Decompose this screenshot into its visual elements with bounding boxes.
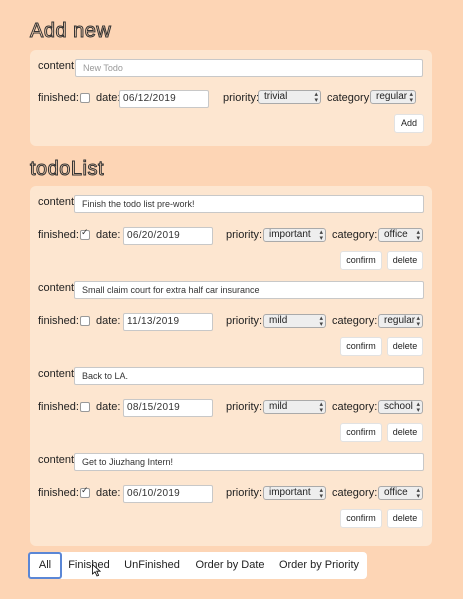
priority-select[interactable]: mild ▴ ▾ <box>263 400 326 414</box>
priority-select[interactable]: important ▴ ▾ <box>263 486 326 500</box>
delete-button[interactable]: delete <box>387 423 423 442</box>
category-select[interactable]: office ▴ ▾ <box>378 486 423 500</box>
new-todo-input[interactable]: New Todo <box>75 59 423 77</box>
category-value: regular <box>376 91 408 102</box>
finished-checkbox[interactable] <box>80 316 90 326</box>
tab-all[interactable]: All <box>28 552 62 579</box>
confirm-button[interactable]: confirm <box>340 423 382 442</box>
delete-button[interactable]: delete <box>387 251 423 270</box>
category-select[interactable]: school ▴ ▾ <box>378 400 423 414</box>
content-label: content: <box>38 454 78 466</box>
todo-content-input[interactable]: Finish the todo list pre-work! <box>74 195 424 213</box>
finished-checkbox[interactable] <box>80 486 90 498</box>
priority-value: trivial <box>264 91 288 102</box>
todo-content-input[interactable]: Back to LA. <box>74 367 424 385</box>
category-label: category: <box>332 315 378 327</box>
category-value: regular <box>384 315 416 326</box>
content-label: content: <box>38 60 78 72</box>
confirm-button[interactable]: confirm <box>340 251 382 270</box>
priority-label: priority: <box>226 487 263 499</box>
todo-list-title: todoList <box>29 158 105 181</box>
select-arrows-icon: ▴ ▾ <box>416 486 420 500</box>
finished-label: finished: <box>38 487 79 499</box>
finished-label: finished: <box>38 315 79 327</box>
delete-button[interactable]: delete <box>387 337 423 356</box>
filter-tabs: All Finished UnFinished Order by Date Or… <box>28 552 367 579</box>
select-arrows-icon: ▴ ▾ <box>319 400 323 414</box>
priority-select[interactable]: important ▴ ▾ <box>263 228 326 242</box>
date-label: date: <box>96 487 121 499</box>
mouse-cursor-icon <box>92 564 101 577</box>
todo-item: content: Get to Jiuzhang Intern! finished:… <box>30 452 432 532</box>
date-input[interactable]: 08/15/2019 <box>123 399 213 417</box>
tab-order-by-priority[interactable]: Order by Priority <box>276 552 362 579</box>
category-value: office <box>384 229 408 240</box>
category-label: category: <box>327 92 373 104</box>
priority-label: priority: <box>226 315 263 327</box>
delete-button[interactable]: delete <box>387 509 423 528</box>
tab-finished[interactable]: Finished <box>64 552 114 579</box>
finished-checkbox[interactable] <box>80 402 90 412</box>
select-arrows-icon: ▴ ▾ <box>416 314 420 328</box>
category-select[interactable]: office ▴ ▾ <box>378 228 423 242</box>
priority-value: important <box>269 229 311 240</box>
todo-item: content: Back to LA. finished: date: 08/15/2… <box>30 366 432 446</box>
content-label: content: <box>38 196 78 208</box>
todo-list-panel: content: Finish the todo list pre-work! fi… <box>30 186 432 546</box>
priority-select[interactable]: trivial ▴ ▾ <box>258 90 321 104</box>
priority-value: mild <box>269 401 288 412</box>
add-button[interactable]: Add <box>394 114 424 133</box>
todo-item: content: Small claim court for extra half… <box>30 280 432 360</box>
select-arrows-icon: ▴ ▾ <box>319 486 323 500</box>
category-label: category: <box>332 229 378 241</box>
finished-label: finished: <box>38 92 79 104</box>
category-label: category: <box>332 487 378 499</box>
priority-label: priority: <box>223 92 260 104</box>
date-input[interactable]: 11/13/2019 <box>123 313 213 331</box>
add-new-title: Add new <box>29 20 112 43</box>
priority-value: mild <box>269 315 288 326</box>
finished-label: finished: <box>38 401 79 413</box>
priority-value: important <box>269 487 311 498</box>
date-label: date: <box>96 315 121 327</box>
select-arrows-icon: ▴ ▾ <box>416 228 420 242</box>
finished-label: finished: <box>38 229 79 241</box>
category-label: category: <box>332 401 378 413</box>
select-arrows-icon: ▴ ▾ <box>409 90 413 104</box>
tab-order-by-date[interactable]: Order by Date <box>191 552 269 579</box>
tab-unfinished[interactable]: UnFinished <box>120 552 184 579</box>
priority-label: priority: <box>226 229 263 241</box>
select-arrows-icon: ▴ ▾ <box>319 228 323 242</box>
priority-select[interactable]: mild ▴ ▾ <box>263 314 326 328</box>
select-arrows-icon: ▴ ▾ <box>416 400 420 414</box>
category-value: office <box>384 487 408 498</box>
category-select[interactable]: regular ▴ ▾ <box>378 314 423 328</box>
date-label: date: <box>96 229 121 241</box>
date-input[interactable]: 06/10/2019 <box>123 485 213 503</box>
priority-label: priority: <box>226 401 263 413</box>
content-label: content: <box>38 282 78 294</box>
date-input[interactable]: 06/12/2019 <box>119 90 209 108</box>
select-arrows-icon: ▴ ▾ <box>319 314 323 328</box>
finished-checkbox[interactable] <box>80 228 90 240</box>
date-input[interactable]: 06/20/2019 <box>123 227 213 245</box>
todo-content-input[interactable]: Small claim court for extra half car ins… <box>74 281 424 299</box>
category-value: school <box>384 401 413 412</box>
content-label: content: <box>38 368 78 380</box>
finished-checkbox[interactable] <box>80 93 90 103</box>
confirm-button[interactable]: confirm <box>340 509 382 528</box>
date-label: date: <box>96 92 121 104</box>
todo-content-input[interactable]: Get to Jiuzhang Intern! <box>74 453 424 471</box>
select-arrows-icon: ▴ ▾ <box>314 90 318 104</box>
date-label: date: <box>96 401 121 413</box>
confirm-button[interactable]: confirm <box>340 337 382 356</box>
todo-item: content: Finish the todo list pre-work! fi… <box>30 194 432 274</box>
add-new-panel: content: New Todo finished: date: 06/12/… <box>30 50 432 146</box>
category-select[interactable]: regular ▴ ▾ <box>370 90 416 104</box>
